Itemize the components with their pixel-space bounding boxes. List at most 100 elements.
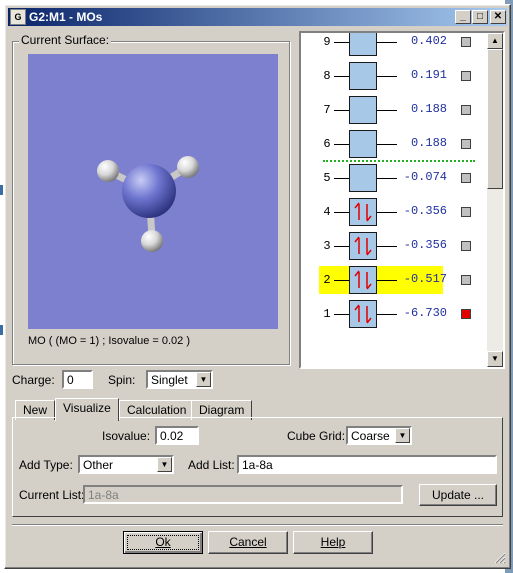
mo-energy: 0.188 [410,136,447,150]
isovalue-input[interactable]: 0.02 [155,426,199,445]
spin-label: Spin: [108,373,136,387]
electron-pair-arrows-icon [354,270,372,290]
mo-level-line [334,42,349,43]
mo-energy: 0.402 [410,34,447,48]
cancel-button-label: Cancel [229,535,267,549]
methane-molecule-render [97,156,199,252]
mo-row[interactable]: 6 0.188 [301,128,487,160]
help-button-label: Help [320,535,346,549]
mo-row[interactable]: 7 0.188 [301,94,487,126]
charge-label: Charge: [12,373,55,387]
help-button[interactable]: Help [293,531,373,554]
mo-energy-list[interactable]: 9 0.402 8 0.191 7 0.188 6 0.188 5 -0.074 4 -0.356 3 -… [299,31,505,369]
mo-index: 4 [323,205,331,219]
current-list-field: 1a-8a [83,485,403,504]
mo-level-box[interactable] [349,266,377,294]
molecule-viewport[interactable] [28,54,278,329]
mo-row[interactable]: 9 0.402 [301,33,487,58]
isovalue-label: Isovalue: [102,429,151,443]
mo-level-line [377,110,397,111]
window-title: G2:M1 - MOs [29,10,103,24]
mo-select-checkbox[interactable] [461,71,471,81]
mo-level-box[interactable] [349,62,377,90]
mo-level-box[interactable] [349,198,377,226]
mo-select-checkbox[interactable] [461,105,471,115]
mo-level-line [377,280,397,281]
add-list-label: Add List: [188,458,235,472]
scroll-up-arrow-icon[interactable]: ▲ [487,33,503,49]
scroll-thumb[interactable] [487,49,503,189]
carbon-atom [122,164,176,218]
resize-grip-icon[interactable] [494,552,506,564]
mo-level-line [334,110,349,111]
mo-level-box[interactable] [349,130,377,158]
mo-row[interactable]: 1 -6.730 [301,298,487,330]
mo-dialog-window: G G2:M1 - MOs _ □ ✕ Current Surface: MO … [4,4,511,569]
mo-level-line [377,212,397,213]
mo-energy: -0.074 [403,170,447,184]
tab-visualize[interactable]: Visualize [55,398,119,421]
mo-level-line [377,178,397,179]
mo-index: 6 [323,137,331,151]
mo-row[interactable]: 8 0.191 [301,60,487,92]
minimize-button[interactable]: _ [455,10,471,24]
mo-level-line [334,314,349,315]
mo-index: 2 [323,273,331,287]
dropdown-arrow-icon[interactable]: ▼ [395,428,410,443]
dropdown-arrow-icon[interactable]: ▼ [196,372,211,387]
mo-level-line [334,280,349,281]
add-type-select[interactable]: Other ▼ [78,455,174,474]
maximize-button[interactable]: □ [472,10,488,24]
surface-status-text: MO ( (MO = 1) ; Isovalue = 0.02 ) [28,335,190,347]
mo-level-line [377,76,397,77]
mo-list-scrollbar[interactable]: ▲ ▼ [487,33,503,367]
mo-select-checkbox[interactable] [461,241,471,251]
title-bar[interactable]: G G2:M1 - MOs _ □ ✕ [8,8,507,26]
cube-grid-select[interactable]: Coarse ▼ [346,426,412,445]
desktop-edge-mark [0,185,3,195]
mo-level-line [334,76,349,77]
mo-select-checkbox[interactable] [461,207,471,217]
add-type-label: Add Type: [19,458,73,472]
mo-index: 1 [323,307,331,321]
dropdown-arrow-icon[interactable]: ▼ [157,457,172,472]
mo-level-line [377,246,397,247]
visualize-tab-panel: Isovalue: 0.02 Cube Grid: Coarse ▼ Add T… [12,417,503,517]
mo-row[interactable]: 3 -0.356 [301,230,487,262]
mo-row[interactable]: 2 -0.517 [301,264,487,296]
ok-button[interactable]: Ok [123,531,203,554]
cube-grid-label: Cube Grid: [287,429,346,443]
scroll-down-arrow-icon[interactable]: ▼ [487,351,503,367]
mo-level-box[interactable] [349,232,377,260]
hydrogen-atom [177,156,199,178]
focus-rect [127,535,199,550]
mo-select-checkbox[interactable] [461,173,471,183]
close-button[interactable]: ✕ [490,10,506,24]
mo-level-line [377,144,397,145]
mo-index: 9 [323,35,331,49]
hydrogen-atom [97,160,119,182]
mo-select-checkbox[interactable] [461,275,471,285]
current-surface-label: Current Surface: [19,33,112,47]
mo-row[interactable]: 5 -0.074 [301,162,487,194]
mo-level-box[interactable] [349,33,377,56]
mo-level-line [334,246,349,247]
current-list-label: Current List: [19,488,85,502]
spin-select[interactable]: Singlet ▼ [146,370,213,389]
charge-input[interactable]: 0 [62,370,93,389]
mo-level-box[interactable] [349,96,377,124]
mo-energy: -0.517 [403,272,447,286]
mo-index: 5 [323,171,331,185]
mo-select-checkbox[interactable] [461,37,471,47]
mo-row[interactable]: 4 -0.356 [301,196,487,228]
mo-select-checkbox[interactable] [461,139,471,149]
update-button[interactable]: Update ... [419,484,497,506]
cube-grid-value: Coarse [351,429,390,443]
mo-level-box[interactable] [349,164,377,192]
mo-index: 3 [323,239,331,253]
electron-pair-arrows-icon [354,304,372,324]
mo-select-checkbox[interactable] [461,309,471,319]
cancel-button[interactable]: Cancel [208,531,288,554]
mo-level-box[interactable] [349,300,377,328]
add-list-input[interactable]: 1a-8a [237,455,497,474]
